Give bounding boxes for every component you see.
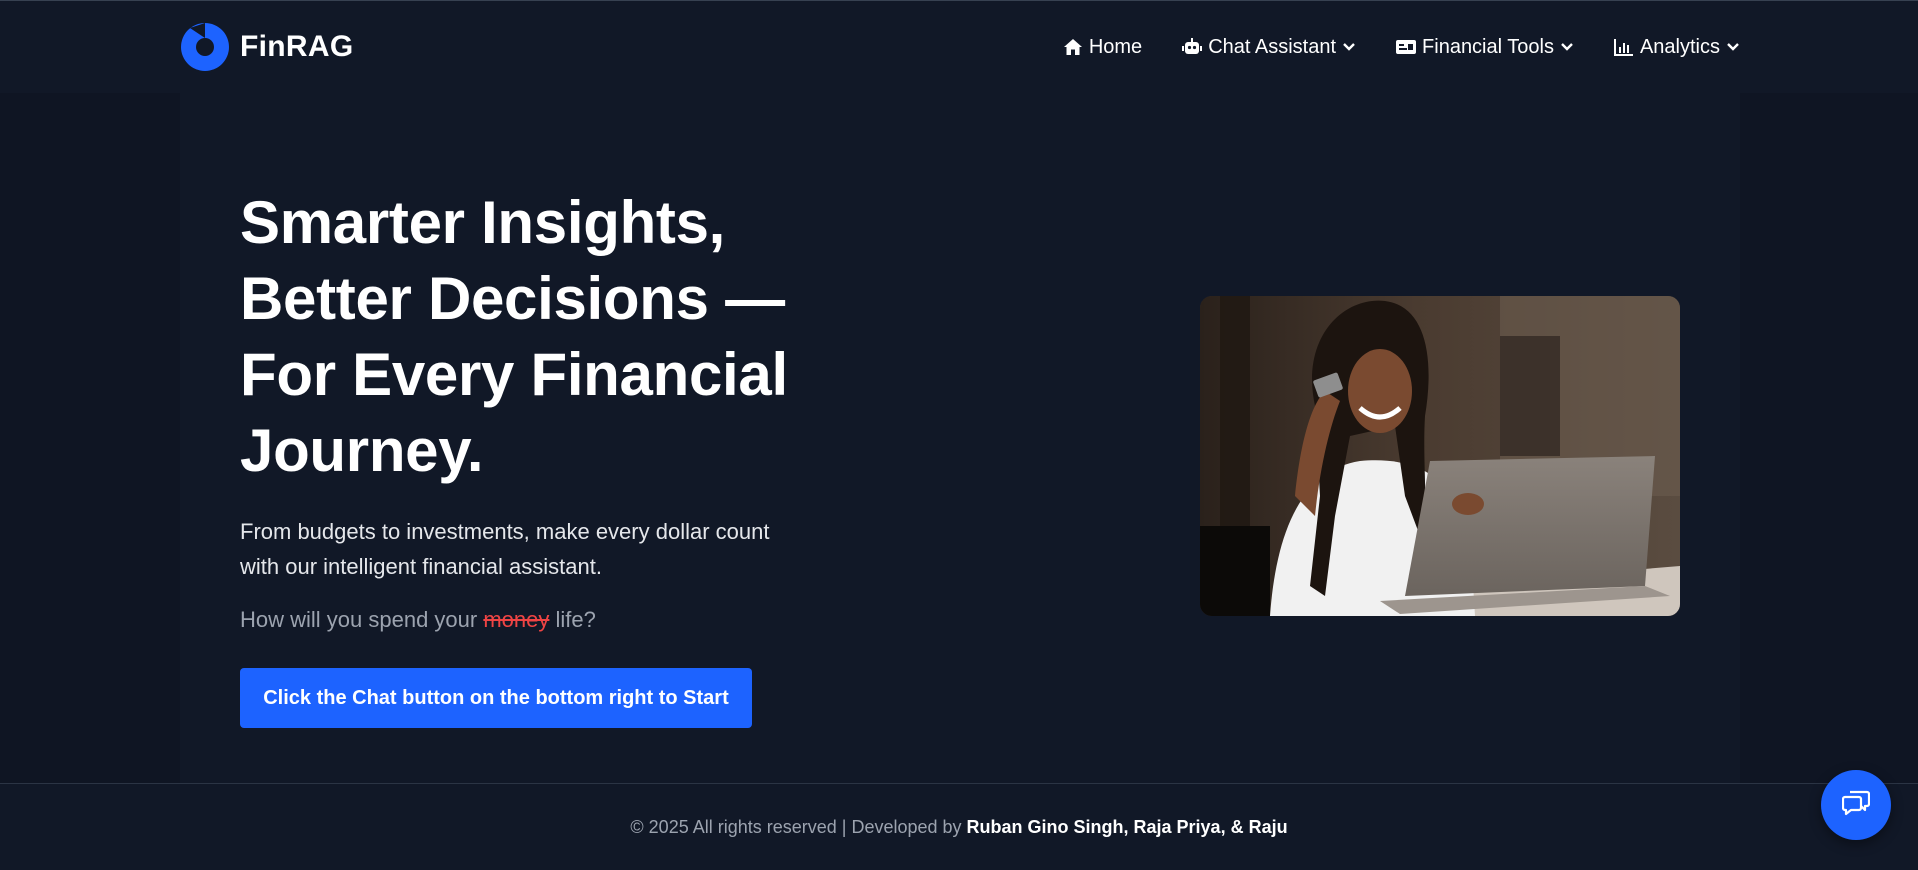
- chevron-down-icon: [1342, 42, 1356, 52]
- hero-question: How will you spend your money life?: [240, 604, 596, 636]
- headline-line: For Every Financial: [240, 341, 788, 408]
- brand-name: FinRAG: [240, 30, 354, 63]
- nav-analytics[interactable]: Analytics: [1613, 35, 1740, 59]
- hero-headline: Smarter Insights, Better Decisions — For…: [240, 185, 860, 489]
- footer-text: © 2025 All rights reserved | Developed b…: [630, 816, 962, 837]
- footer: © 2025 All rights reserved | Developed b…: [0, 784, 1918, 870]
- subtext-line: From budgets to investments, make every …: [240, 519, 770, 544]
- hero-photo: [1200, 296, 1680, 616]
- brand[interactable]: FinRAG: [180, 21, 353, 73]
- footer-developers: Ruban Gino Singh, Raja Priya, & Raju: [966, 816, 1288, 837]
- question-struck-word: money: [483, 607, 550, 632]
- question-before: How will you spend your: [240, 607, 478, 632]
- main-nav: Home Chat Assistant Financial Tools Anal…: [1063, 29, 1740, 65]
- nav-financial-tools-label: Financial Tools: [1422, 35, 1554, 58]
- nav-home-label: Home: [1088, 35, 1143, 58]
- nav-analytics-label: Analytics: [1639, 35, 1720, 58]
- question-after: life?: [555, 607, 596, 632]
- navbar: FinRAG Home Chat Assistant Financial Too…: [0, 1, 1918, 93]
- chevron-down-icon: [1726, 42, 1740, 52]
- nav-home[interactable]: Home: [1063, 36, 1142, 59]
- nav-chat-assistant[interactable]: Chat Assistant: [1182, 36, 1356, 59]
- headline-line: Smarter Insights,: [240, 189, 726, 256]
- side-gutter-right: [1740, 93, 1918, 783]
- subtext-line: with our intelligent financial assistant…: [240, 554, 602, 579]
- side-gutter-left: [0, 93, 180, 783]
- nav-chat-assistant-label: Chat Assistant: [1208, 35, 1337, 58]
- hero-subtext: From budgets to investments, make every …: [240, 514, 840, 584]
- chat-button[interactable]: [1821, 770, 1891, 840]
- nav-financial-tools[interactable]: Financial Tools: [1396, 36, 1574, 59]
- chat-bubbles-icon: [1841, 790, 1871, 821]
- finrag-logo-icon: [180, 22, 230, 72]
- home-icon: [1063, 38, 1083, 56]
- headline-line: Better Decisions —: [240, 265, 785, 332]
- bar-chart-icon: [1613, 38, 1634, 56]
- robot-icon: [1182, 38, 1203, 56]
- start-chat-button[interactable]: Click the Chat button on the bottom righ…: [240, 668, 752, 728]
- card-icon: [1396, 39, 1417, 55]
- headline-line: Journey.: [240, 417, 484, 484]
- chevron-down-icon: [1560, 42, 1574, 52]
